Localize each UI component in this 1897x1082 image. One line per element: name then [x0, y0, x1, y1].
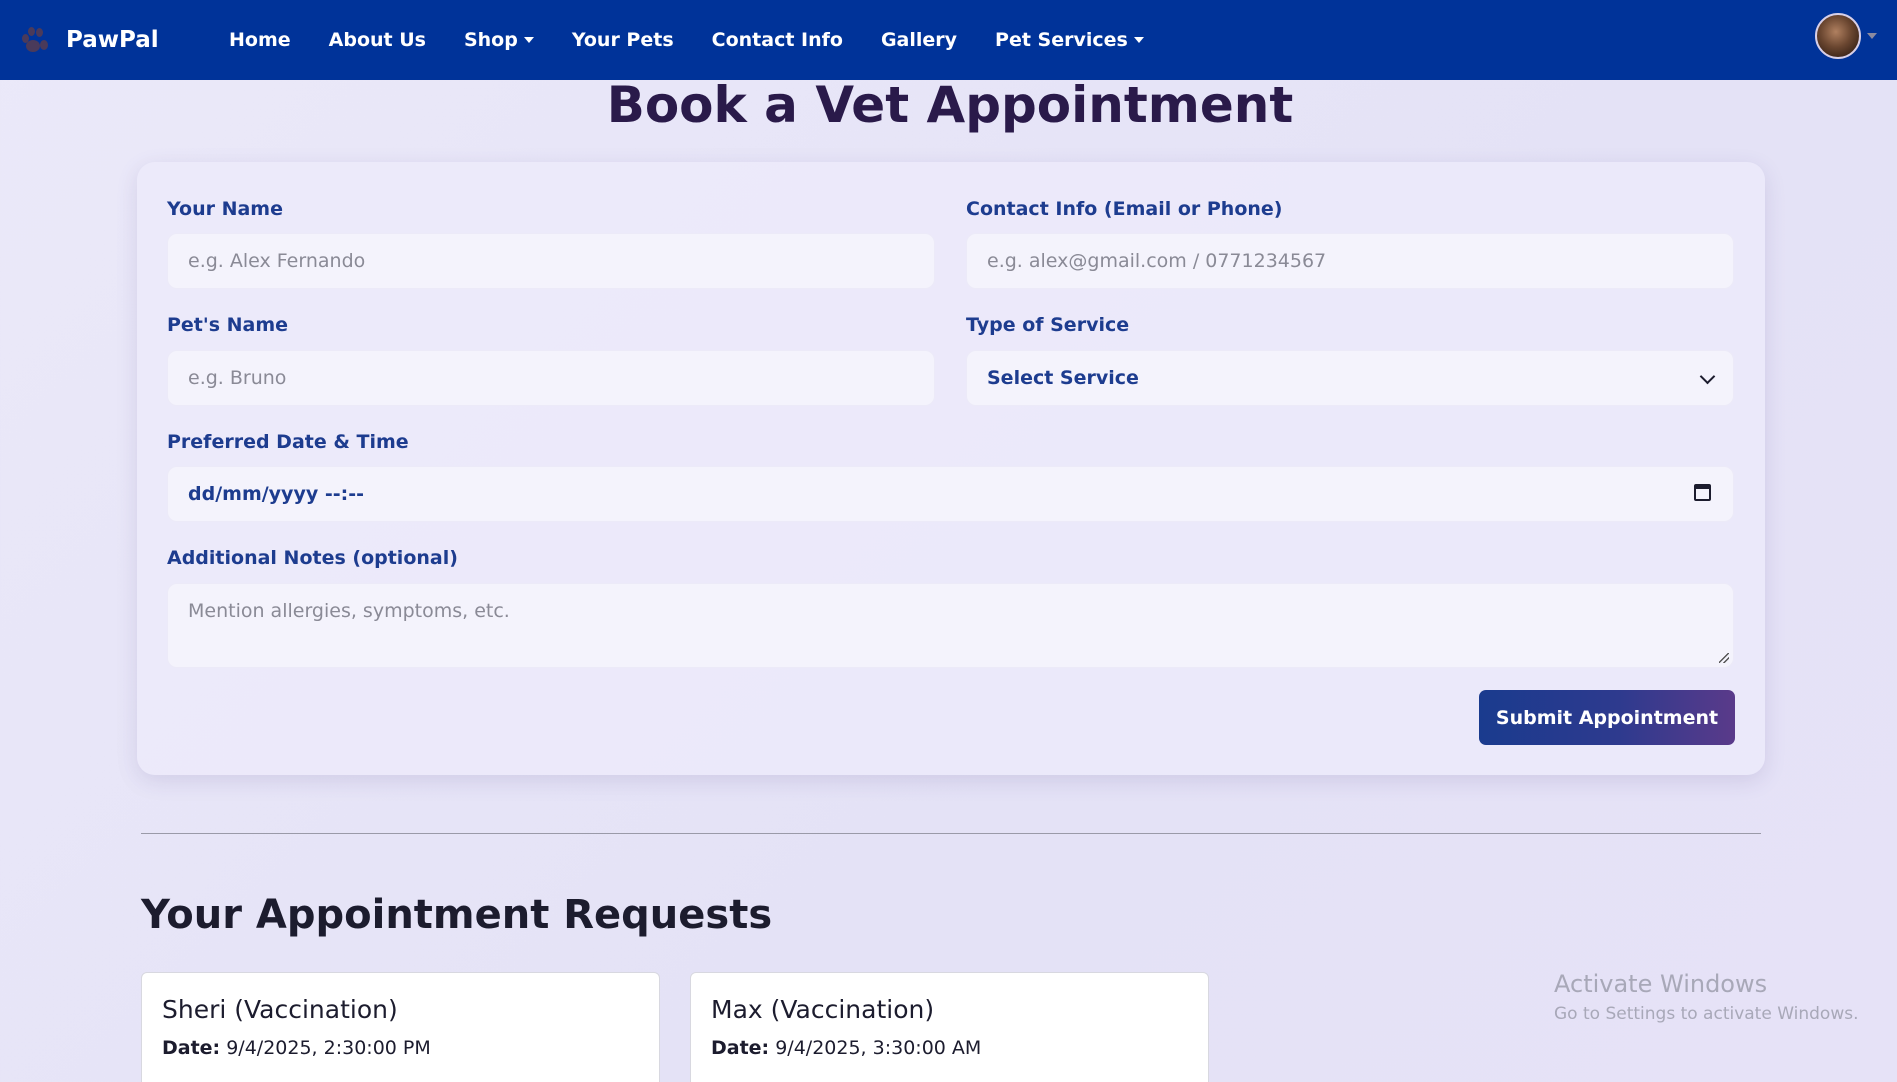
appointment-date: Date: 9/4/2025, 3:30:00 AM: [711, 1037, 981, 1059]
watermark-line1: Activate Windows: [1554, 970, 1768, 998]
notes-label: Additional Notes (optional): [167, 547, 458, 569]
resize-handle-icon[interactable]: [1719, 653, 1729, 663]
pet-name-input[interactable]: e.g. Bruno: [167, 350, 935, 406]
datetime-input-value: dd/mm/yyyy --:--: [188, 483, 364, 505]
nav-gallery-label: Gallery: [880, 29, 958, 51]
chevron-down-icon: [1867, 33, 1877, 39]
appointment-date-label: Date:: [711, 1037, 770, 1059]
pet-name-input-placeholder: e.g. Bruno: [188, 367, 287, 389]
nav-links: Home About Us Shop Your Pets Contact Inf…: [229, 0, 1182, 80]
chevron-down-icon: [523, 37, 534, 43]
appointment-date: Date: 9/4/2025, 2:30:00 PM: [162, 1037, 431, 1059]
navbar: PawPal Home About Us Shop Your Pets Cont…: [0, 0, 1897, 80]
watermark-line2: Go to Settings to activate Windows.: [1554, 1004, 1859, 1024]
appointment-date-value: 9/4/2025, 3:30:00 AM: [775, 1037, 982, 1059]
nav-home[interactable]: Home: [229, 29, 291, 51]
chevron-down-icon: [1699, 368, 1716, 385]
activation-watermark: Activate Windows Go to Settings to activ…: [1554, 970, 1859, 1024]
nav-about[interactable]: About Us: [329, 29, 426, 51]
brand-name: PawPal: [66, 27, 159, 53]
nav-contact-label: Contact Info: [711, 29, 843, 51]
contact-label: Contact Info (Email or Phone): [966, 198, 1283, 220]
nav-your-pets-label: Your Pets: [571, 29, 674, 51]
avatar[interactable]: [1815, 13, 1861, 59]
appointment-title: Sheri (Vaccination): [162, 995, 398, 1024]
contact-input[interactable]: e.g. alex@gmail.com / 0771234567: [966, 233, 1734, 289]
datetime-input[interactable]: dd/mm/yyyy --:--: [167, 466, 1734, 522]
service-select[interactable]: Select Service: [966, 350, 1734, 406]
page-title: Book a Vet Appointment: [606, 76, 1294, 134]
appointment-date-label: Date:: [162, 1037, 221, 1059]
nav-pet-services[interactable]: Pet Services: [995, 29, 1144, 51]
requests-title: Your Appointment Requests: [141, 892, 773, 938]
nav-home-label: Home: [229, 29, 291, 51]
name-input-placeholder: e.g. Alex Fernando: [188, 250, 366, 272]
name-input[interactable]: e.g. Alex Fernando: [167, 233, 935, 289]
nav-your-pets[interactable]: Your Pets: [572, 29, 674, 51]
appointment-card: Sheri (Vaccination) Date: 9/4/2025, 2:30…: [141, 972, 660, 1082]
service-label: Type of Service: [966, 314, 1130, 336]
appointment-title: Max (Vaccination): [711, 995, 935, 1024]
paw-icon: [20, 24, 52, 56]
nav-gallery[interactable]: Gallery: [881, 29, 957, 51]
appointment-form: Your Name e.g. Alex Fernando Contact Inf…: [137, 162, 1765, 775]
calendar-icon[interactable]: [1694, 484, 1711, 501]
name-label: Your Name: [167, 198, 283, 220]
chevron-down-icon: [1133, 37, 1144, 43]
pet-name-label: Pet's Name: [167, 314, 289, 336]
nav-shop-label: Shop: [463, 29, 518, 51]
nav-shop[interactable]: Shop: [464, 29, 534, 51]
nav-pet-services-label: Pet Services: [995, 29, 1128, 51]
contact-input-placeholder: e.g. alex@gmail.com / 0771234567: [987, 250, 1327, 272]
notes-textarea-placeholder: Mention allergies, symptoms, etc.: [188, 600, 510, 622]
nav-contact[interactable]: Contact Info: [712, 29, 843, 51]
appointment-card: Max (Vaccination) Date: 9/4/2025, 3:30:0…: [690, 972, 1209, 1082]
submit-appointment-button[interactable]: Submit Appointment: [1479, 690, 1735, 745]
service-select-value: Select Service: [987, 367, 1139, 389]
datetime-label: Preferred Date & Time: [167, 431, 409, 453]
user-menu[interactable]: [1815, 13, 1877, 59]
appointment-date-value: 9/4/2025, 2:30:00 PM: [226, 1037, 431, 1059]
brand[interactable]: PawPal: [20, 20, 159, 60]
notes-textarea[interactable]: Mention allergies, symptoms, etc.: [167, 583, 1734, 668]
divider: [141, 833, 1761, 834]
nav-about-label: About Us: [328, 29, 426, 51]
